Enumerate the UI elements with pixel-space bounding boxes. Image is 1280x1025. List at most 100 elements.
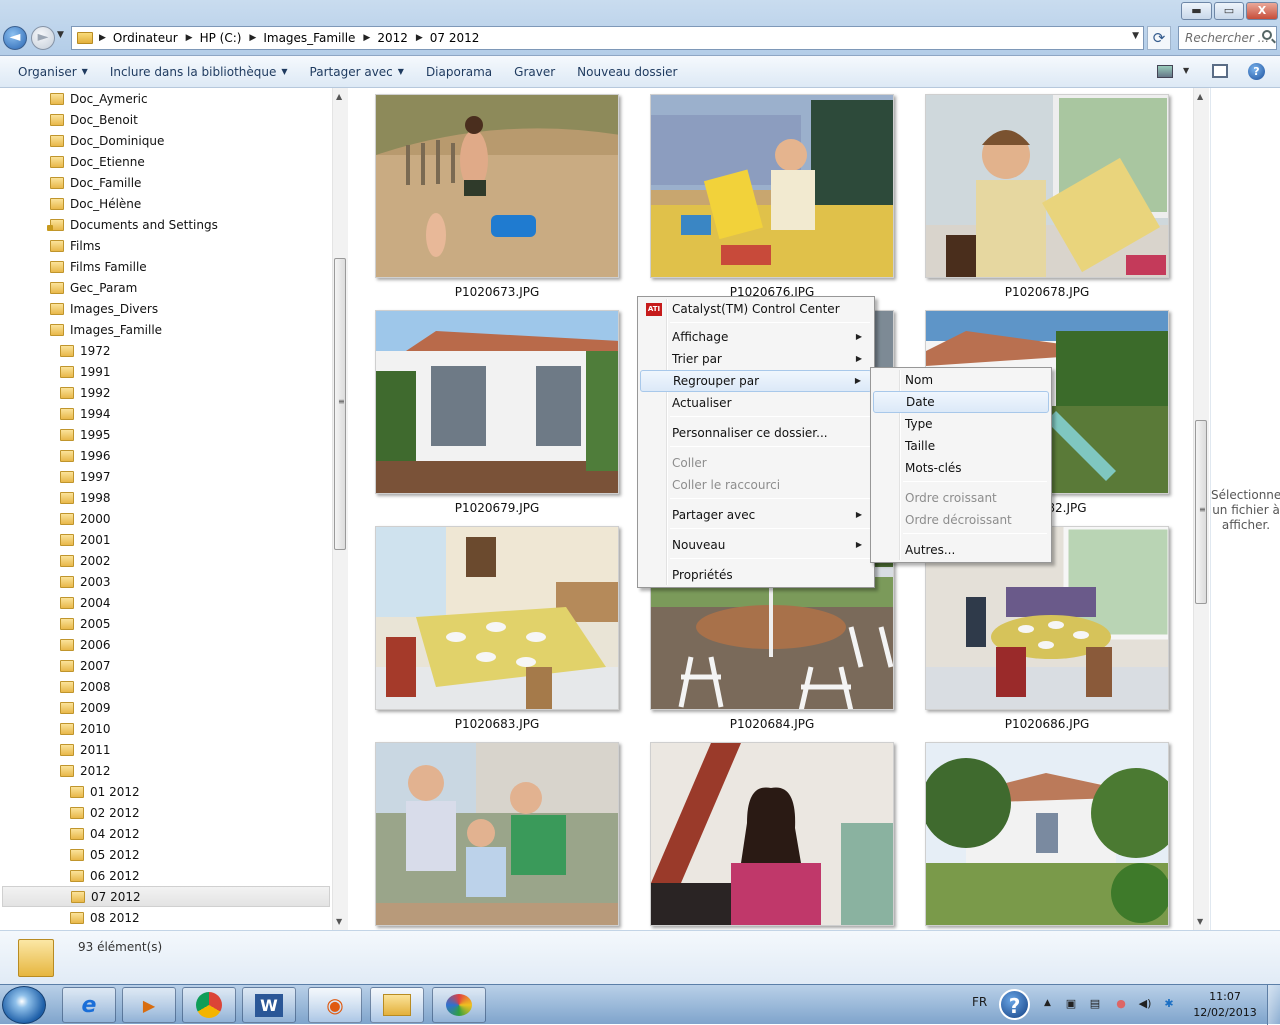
breadcrumb-2012[interactable]: ▶ 2012 [363, 31, 407, 45]
context-menu-item[interactable]: Regrouper par ▶ [640, 370, 872, 392]
photo-filename[interactable]: P1020684.JPG [650, 717, 894, 731]
context-menu-item[interactable]: Actualiser [640, 392, 872, 414]
chrome-icon[interactable] [182, 987, 236, 1023]
context-menu-item[interactable]: Trier par ▶ [640, 348, 872, 370]
nav-item[interactable]: 07 2012 [2, 886, 330, 907]
nav-item[interactable]: Films [0, 235, 330, 256]
context-menu-item[interactable]: Partager avec ▶ [640, 504, 872, 526]
context-menu-item[interactable]: Coller [640, 452, 872, 474]
nav-item[interactable]: Films Famille [0, 256, 330, 277]
show-hidden-icons[interactable]: ▲ [1044, 998, 1051, 1008]
start-button[interactable] [2, 986, 46, 1024]
breadcrumb-drive[interactable]: ▶ HP (C:) [186, 31, 242, 45]
photo-thumbnail[interactable] [375, 94, 619, 278]
preview-pane-icon[interactable] [1212, 64, 1228, 78]
include-library-button[interactable]: Inclure dans la bibliothèque ▼ [101, 65, 297, 79]
context-menu-item[interactable]: Nouveau ▶ [640, 534, 872, 556]
media-player-icon[interactable]: ▶ [122, 987, 176, 1023]
forward-button[interactable]: ► [31, 26, 55, 50]
photo-thumbnail[interactable] [375, 526, 619, 710]
help-icon[interactable]: ? [1248, 63, 1265, 80]
breadcrumb-07-2012[interactable]: ▶ 07 2012 [416, 31, 480, 45]
nav-scroll-thumb[interactable]: ≡ [334, 258, 346, 550]
back-button[interactable]: ◄ [3, 26, 27, 50]
context-menu-item[interactable]: Personnaliser ce dossier... [640, 422, 872, 444]
eye-app-icon[interactable]: ◉ [308, 987, 362, 1023]
photo-thumbnail[interactable] [650, 742, 894, 926]
nav-item[interactable]: 2004 [0, 592, 330, 613]
device-icon[interactable]: ▤ [1088, 997, 1102, 1011]
chevron-right-icon[interactable]: ▶ [186, 33, 193, 43]
network-icon[interactable]: ▣ [1064, 997, 1078, 1011]
nav-item[interactable]: Documents and Settings [0, 214, 330, 235]
refresh-button[interactable]: ⟳ [1147, 26, 1171, 50]
context-menu-item[interactable]: Coller le raccourci [640, 474, 872, 496]
nav-item[interactable]: 1998 [0, 487, 330, 508]
context-menu-item[interactable]: Propriétés [640, 564, 872, 586]
clock[interactable]: 11:07 12/02/2013 [1192, 989, 1258, 1021]
chevron-right-icon[interactable]: ▶ [416, 33, 423, 43]
context-menu-item[interactable]: Affichage ▶ [640, 326, 872, 348]
nav-item[interactable]: 2011 [0, 739, 330, 760]
breadcrumb-ordinateur[interactable]: ▶ Ordinateur [99, 31, 178, 45]
maximize-button[interactable]: ▭ [1214, 2, 1244, 20]
nav-item[interactable]: Gec_Param [0, 277, 330, 298]
language-indicator[interactable]: FR [972, 995, 987, 1009]
photo-thumbnail[interactable] [375, 742, 619, 926]
paint-icon[interactable] [432, 987, 486, 1023]
nav-item[interactable]: 2009 [0, 697, 330, 718]
chevron-right-icon[interactable]: ▶ [249, 33, 256, 43]
nav-item[interactable]: 1992 [0, 382, 330, 403]
photo-thumbnail[interactable] [375, 310, 619, 494]
nav-item[interactable]: Doc_Benoit [0, 109, 330, 130]
photo-filename[interactable]: P1020679.JPG [375, 501, 619, 515]
photo-thumbnail[interactable] [650, 94, 894, 278]
view-dropdown[interactable]: ▼ [1183, 66, 1189, 75]
photo-filename[interactable]: P1020683.JPG [375, 717, 619, 731]
scroll-down-arrow[interactable]: ▼ [336, 917, 342, 926]
new-folder-button[interactable]: Nouveau dossier [568, 65, 686, 79]
photo-thumbnail[interactable] [925, 742, 1169, 926]
address-dropdown[interactable]: ▼ [1132, 31, 1139, 41]
nav-item[interactable]: Doc_Aymeric [0, 88, 330, 109]
nav-item[interactable]: Doc_Hélène [0, 193, 330, 214]
breadcrumb-images-famille[interactable]: ▶ Images_Famille [249, 31, 355, 45]
photo-filename[interactable]: P1020678.JPG [925, 285, 1169, 299]
burn-button[interactable]: Graver [505, 65, 564, 79]
nav-item[interactable]: 2007 [0, 655, 330, 676]
word-icon[interactable]: W [242, 987, 296, 1023]
search-input[interactable]: Rechercher ... [1178, 26, 1277, 50]
minimize-button[interactable]: ▬ [1181, 2, 1212, 20]
photo-thumbnail[interactable] [925, 94, 1169, 278]
nav-item[interactable]: 1972 [0, 340, 330, 361]
show-desktop-button[interactable] [1267, 985, 1280, 1025]
photo-filename[interactable]: P1020686.JPG [925, 717, 1169, 731]
share-button[interactable]: Partager avec ▼ [301, 65, 413, 79]
nav-item[interactable]: 2008 [0, 676, 330, 697]
nav-item[interactable]: 2010 [0, 718, 330, 739]
nav-item[interactable]: 2005 [0, 613, 330, 634]
nav-item[interactable]: 2006 [0, 634, 330, 655]
windows-explorer-icon[interactable] [370, 987, 424, 1023]
nav-item[interactable]: Images_Divers [0, 298, 330, 319]
nav-item[interactable]: Images_Famille [0, 319, 330, 340]
antivirus-icon[interactable]: ● [1114, 997, 1128, 1011]
submenu-item[interactable]: Nom [873, 369, 1049, 391]
nav-item[interactable]: Doc_Etienne [0, 151, 330, 172]
nav-item[interactable]: 1996 [0, 445, 330, 466]
nav-item[interactable]: 1995 [0, 424, 330, 445]
submenu-item[interactable]: Date [873, 391, 1049, 413]
nav-item[interactable]: 05 2012 [0, 844, 330, 865]
nav-item[interactable]: 2002 [0, 550, 330, 571]
scroll-up-arrow[interactable]: ▲ [336, 92, 342, 101]
organize-button[interactable]: Organiser ▼ [9, 65, 97, 79]
help-icon[interactable]: ? [999, 989, 1030, 1020]
nav-item[interactable]: 2001 [0, 529, 330, 550]
slideshow-button[interactable]: Diaporama [417, 65, 501, 79]
submenu-item[interactable]: Ordre croissant [873, 487, 1049, 509]
scroll-up-arrow[interactable]: ▲ [1197, 92, 1203, 101]
volume-icon[interactable]: ◀) [1138, 997, 1152, 1011]
submenu-item[interactable]: Autres... [873, 539, 1049, 561]
nav-item[interactable]: 1994 [0, 403, 330, 424]
chevron-right-icon[interactable]: ▶ [99, 33, 106, 43]
